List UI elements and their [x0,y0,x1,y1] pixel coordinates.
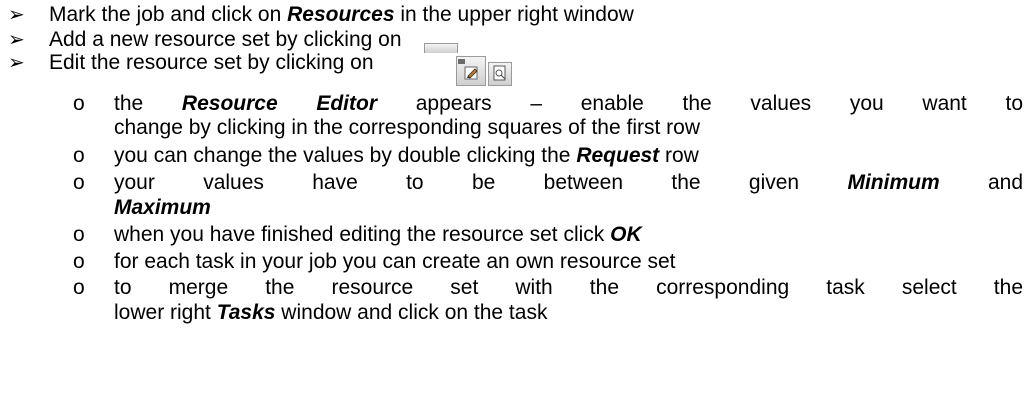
maximum-emphasis: Maximum [114,196,211,219]
tasks-emphasis: Tasks [216,301,276,324]
instruction-emphasis: Resources [287,3,395,26]
sub-item-1-cont: change by clicking in the corresponding … [114,116,700,139]
arrow-bullet: ➢ [8,27,25,51]
instruction-2: Add a new resource set by clicking on [49,28,402,51]
instruction-1: Mark the job and click on Resources in t… [49,3,634,27]
instruction-3: Edit the resource set by clicking on [49,51,374,74]
edit-resource-set-icon [456,56,486,86]
sub-bullet: o [73,223,85,246]
resource-set-icon [488,62,512,86]
add-resource-set-icon [424,43,458,53]
sub-item-4: when you have finished editing the resou… [114,223,642,246]
sub-item-1: the Resource Editor appears – enable the… [114,92,1023,115]
request-emphasis: Request [576,144,660,167]
sub-item-5: for each task in your job you can create… [114,250,676,273]
ok-emphasis: OK [610,223,642,246]
sub-item-2: you can change the values by double clic… [114,144,699,167]
sub-bullet: o [73,171,85,194]
resource-editor-emphasis: Resource Editor [181,92,378,115]
instruction-text: Mark the job and click on [49,3,288,26]
arrow-bullet: ➢ [8,2,25,26]
sub-item-6: to merge the resource set with the corre… [114,276,1023,299]
minimum-emphasis: Minimum [847,171,940,194]
sub-bullet: o [73,276,85,299]
arrow-bullet: ➢ [8,50,25,74]
instruction-text: in the upper right window [394,3,634,26]
sub-item-6-cont: lower right Tasks window and click on th… [114,301,548,324]
sub-bullet: o [73,92,85,115]
sub-item-3: your values have to be between the given… [114,171,1023,194]
sub-bullet: o [73,250,85,273]
sub-bullet: o [73,144,85,167]
